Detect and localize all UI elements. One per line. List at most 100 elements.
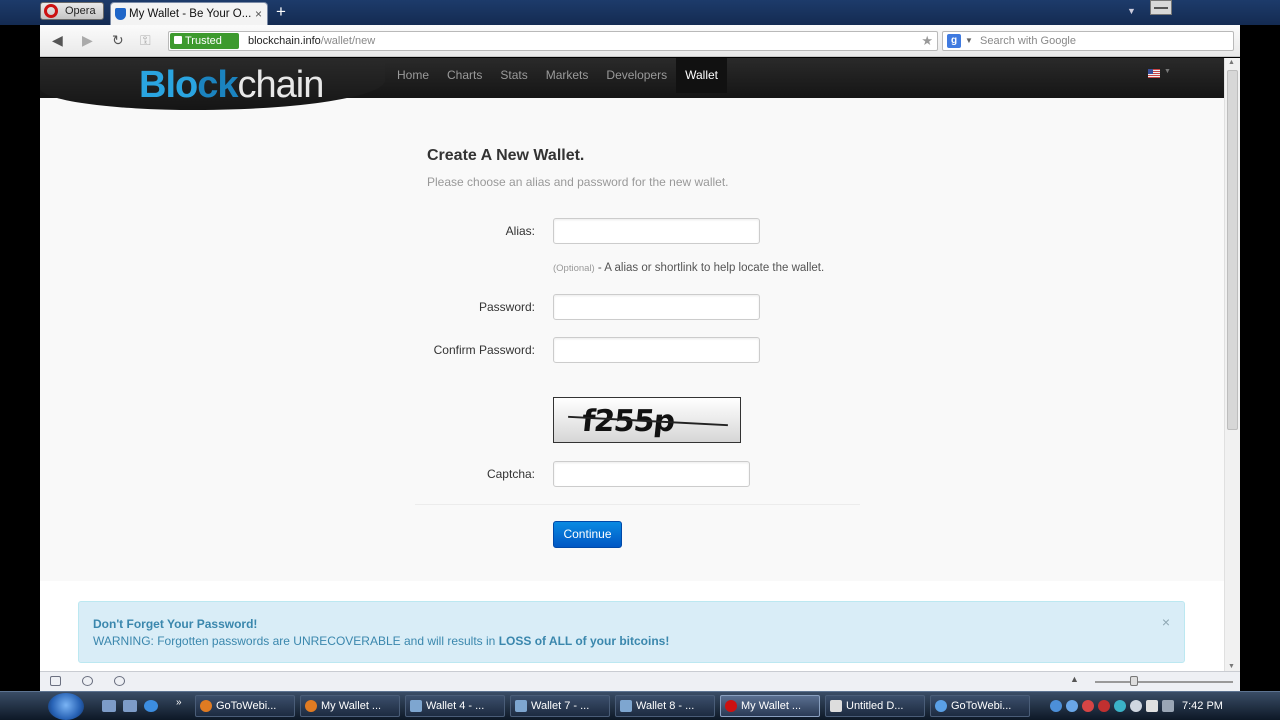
taskbar-item-my-wallet-1[interactable]: My Wallet ... [300, 695, 400, 717]
captcha-input[interactable] [553, 461, 750, 487]
alias-help-text: (Optional) - A alias or shortlink to hel… [553, 262, 824, 274]
zoom-slider[interactable] [1095, 681, 1233, 683]
form-divider [415, 504, 860, 505]
main-content: Create A New Wallet. Please choose an al… [40, 98, 1224, 581]
panel-toggle-icon[interactable] [50, 676, 61, 686]
taskbar-item-label: Wallet 8 - ... [636, 700, 695, 712]
continue-button[interactable]: Continue [553, 521, 622, 548]
confirm-password-input[interactable] [553, 337, 760, 363]
tray-network-icon[interactable] [1050, 700, 1062, 712]
nav-developers[interactable]: Developers [597, 58, 676, 93]
forward-arrow-icon[interactable]: ▶ [82, 33, 93, 47]
scrollbar-thumb[interactable] [1227, 70, 1238, 430]
opera-menu-button[interactable]: Opera [40, 2, 104, 20]
show-desktop-icon[interactable] [102, 700, 116, 712]
url-host: blockchain.info [248, 35, 321, 47]
language-flag-icon[interactable] [1148, 69, 1160, 78]
search-placeholder: Search with Google [980, 35, 1076, 47]
taskbar-item-wallet-7[interactable]: Wallet 7 - ... [510, 695, 610, 717]
search-input[interactable]: g ▼ Search with Google [942, 31, 1234, 51]
nav-wallet[interactable]: Wallet [676, 58, 728, 93]
taskbar-item-label: Wallet 4 - ... [426, 700, 485, 712]
taskbar-item-wallet-8[interactable]: Wallet 8 - ... [615, 695, 715, 717]
nav-charts[interactable]: Charts [438, 58, 491, 93]
alert-body-strong: LOSS of ALL of your bitcoins! [498, 634, 670, 648]
turbo-icon[interactable] [114, 676, 125, 686]
url-path: /wallet/new [320, 35, 376, 47]
tray-connection-icon[interactable] [1130, 700, 1142, 712]
nav-stats[interactable]: Stats [491, 58, 536, 93]
search-engine-chevron-icon[interactable]: ▼ [965, 32, 973, 50]
new-tab-button[interactable]: + [276, 2, 286, 22]
confirm-password-label: Confirm Password: [433, 343, 535, 357]
alert-title: Don't Forget Your Password! [93, 617, 258, 631]
system-tray [1048, 692, 1280, 720]
alert-close-icon[interactable]: × [1162, 614, 1170, 630]
zoom-slider-thumb[interactable] [1130, 676, 1138, 686]
document-icon [620, 700, 632, 712]
key-icon[interactable]: ⚿ [140, 33, 151, 47]
firefox-icon [200, 700, 212, 712]
taskbar-item-label: GoToWebi... [216, 700, 277, 712]
scroll-down-icon[interactable]: ▼ [1228, 663, 1235, 670]
firefox-icon [305, 700, 317, 712]
tray-power-icon[interactable] [1162, 700, 1174, 712]
reload-icon[interactable]: ↻ [112, 33, 124, 47]
taskbar-item-untitled[interactable]: Untitled D... [825, 695, 925, 717]
tab-close-icon[interactable]: × [255, 3, 262, 25]
page-subtitle: Please choose an alias and password for … [427, 175, 729, 189]
language-chevron-icon[interactable]: ▼ [1164, 68, 1171, 75]
alias-optional-tag: (Optional) [553, 263, 595, 274]
alias-input[interactable] [553, 218, 760, 244]
view-options-icon[interactable]: ▲ [1070, 674, 1079, 684]
alias-label: Alias: [505, 224, 535, 238]
password-warning-alert: Don't Forget Your Password! WARNING: For… [78, 601, 1185, 663]
paint-icon [830, 700, 842, 712]
taskbar-item-gotowebinar-2[interactable]: GoToWebi... [930, 695, 1030, 717]
url-text[interactable]: blockchain.info/wallet/new [248, 32, 375, 50]
tab-my-wallet[interactable]: My Wallet - Be Your O... × [110, 2, 268, 25]
shield-favicon-icon [115, 8, 126, 20]
tray-volume-icon[interactable] [1146, 700, 1158, 712]
start-button[interactable] [48, 693, 84, 720]
opera-unite-icon[interactable] [82, 676, 93, 686]
back-arrow-icon[interactable]: ◀ [52, 33, 63, 47]
tab-list-chevron-icon[interactable]: ▼ [1127, 6, 1136, 16]
opera-icon [725, 700, 737, 712]
browser-statusbar: ▲ [40, 671, 1240, 691]
address-bar[interactable]: Trusted blockchain.info/wallet/new ★ [168, 31, 938, 51]
tray-alert-icon[interactable] [1098, 700, 1110, 712]
quicklaunch-overflow-icon[interactable]: » [176, 697, 182, 708]
tray-update-icon[interactable] [1114, 700, 1126, 712]
password-input[interactable] [553, 294, 760, 320]
page-viewport: Create A New Wallet. Please choose an al… [40, 58, 1240, 671]
taskbar-item-label: My Wallet ... [741, 700, 802, 712]
document-icon [410, 700, 422, 712]
taskbar-item-label: My Wallet ... [321, 700, 382, 712]
taskbar-item-my-wallet-opera[interactable]: My Wallet ... [720, 695, 820, 717]
captcha-label: Captcha: [486, 467, 535, 481]
google-icon[interactable]: g [947, 34, 961, 48]
logo-part-ck: ck [197, 64, 238, 106]
taskbar-item-label: Untitled D... [846, 700, 904, 712]
nav-home[interactable]: Home [388, 58, 438, 93]
window-minimize-button[interactable] [1150, 0, 1172, 15]
lock-icon [174, 36, 182, 44]
internet-explorer-icon[interactable] [144, 700, 158, 712]
taskbar-item-gotowebinar-1[interactable]: GoToWebi... [195, 695, 295, 717]
bookmark-star-icon[interactable]: ★ [921, 33, 933, 49]
trusted-badge[interactable]: Trusted [170, 33, 239, 49]
switch-windows-icon[interactable] [123, 700, 137, 712]
opera-logo-icon [44, 4, 58, 18]
tray-bluetooth-icon[interactable] [1066, 700, 1078, 712]
tray-security-icon[interactable] [1082, 700, 1094, 712]
taskbar-clock[interactable]: 7:42 PM [1182, 692, 1223, 720]
scroll-up-icon[interactable]: ▲ [1228, 59, 1235, 66]
nav-markets[interactable]: Markets [537, 58, 598, 93]
taskbar-item-label: Wallet 7 - ... [531, 700, 590, 712]
blockchain-logo[interactable]: Blockchain [139, 64, 324, 106]
taskbar-item-wallet-4[interactable]: Wallet 4 - ... [405, 695, 505, 717]
page-scrollbar[interactable]: ▲ ▼ [1224, 58, 1240, 671]
alias-help-description: - A alias or shortlink to help locate th… [594, 262, 825, 274]
trusted-label: Trusted [185, 35, 222, 47]
